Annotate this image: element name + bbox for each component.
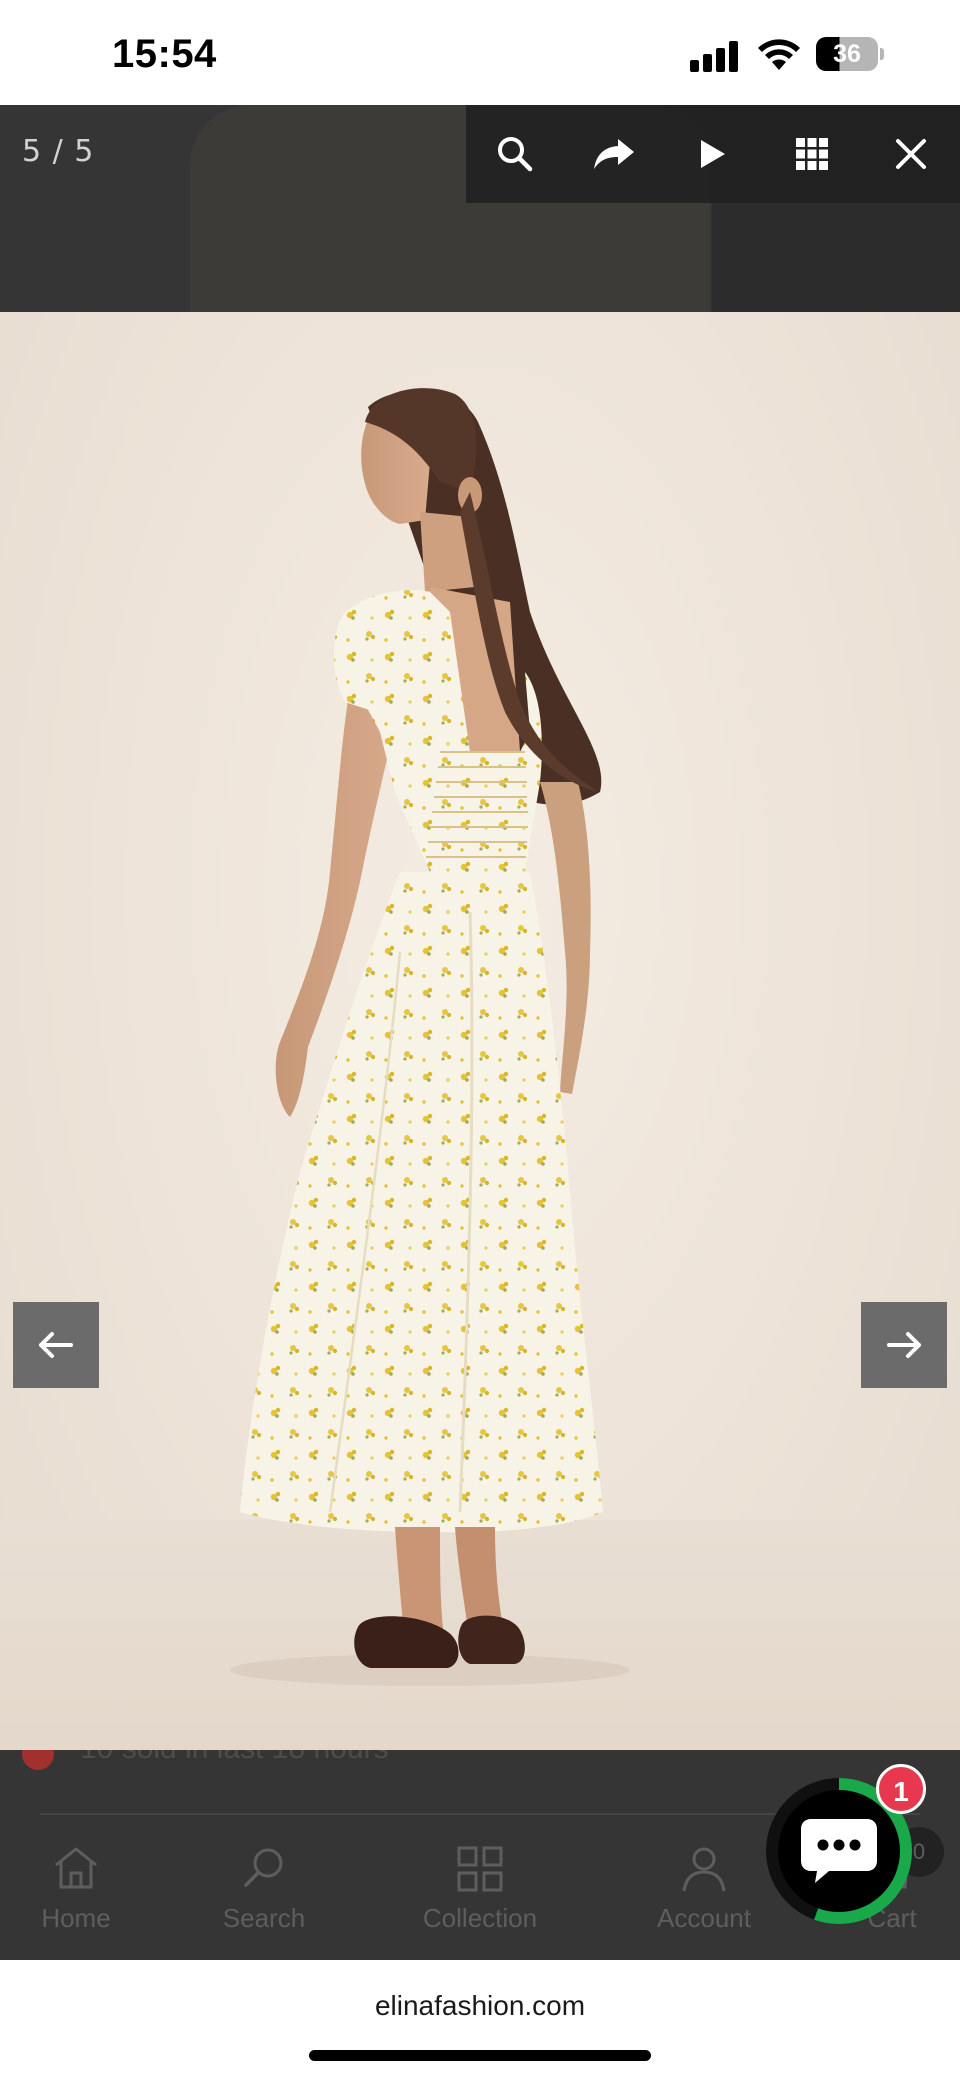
nav-home[interactable]: Home: [0, 1815, 156, 1960]
slideshow-button[interactable]: [664, 105, 762, 203]
grid-icon: [457, 1846, 503, 1892]
close-icon: [896, 139, 926, 169]
home-indicator[interactable]: [309, 2050, 651, 2061]
arrow-right-icon: [887, 1332, 921, 1358]
image-counter: 5 / 5: [22, 134, 95, 169]
lightbox-toolbar: [466, 105, 960, 203]
status-time: 15:54: [112, 32, 217, 76]
model-wearing-floral-dress: [230, 388, 630, 1686]
play-icon: [701, 140, 725, 168]
search-icon: [498, 137, 533, 172]
status-bar: 15:54 36: [0, 0, 960, 105]
thumbnails-button[interactable]: [763, 105, 861, 203]
previous-image-button[interactable]: [13, 1302, 99, 1388]
browser-url-bar[interactable]: elinafashion.com: [0, 1960, 960, 2077]
chat-bubble-icon: [801, 1819, 877, 1883]
user-icon: [682, 1847, 726, 1892]
chat-widget-button[interactable]: 1: [766, 1764, 926, 1924]
fire-icon: [22, 1750, 54, 1770]
nav-account-label: Account: [657, 1903, 751, 1933]
home-icon: [55, 1847, 97, 1889]
arrow-left-icon: [39, 1332, 73, 1358]
share-icon: [594, 139, 634, 169]
nav-search[interactable]: Search: [184, 1815, 344, 1960]
cellular-signal-icon: [690, 40, 742, 72]
close-button[interactable]: [862, 105, 960, 203]
share-button[interactable]: [565, 105, 663, 203]
product-image[interactable]: [0, 312, 960, 1750]
search-icon: [244, 1848, 283, 1887]
chat-unread-badge: 1: [876, 1764, 926, 1814]
grid-icon: [796, 138, 828, 170]
url-text[interactable]: elinafashion.com: [0, 1990, 960, 2022]
nav-home-label: Home: [41, 1903, 111, 1933]
nav-account[interactable]: Account: [624, 1815, 784, 1960]
battery-icon: 36: [816, 37, 884, 71]
battery-level: 36: [833, 40, 861, 68]
wifi-icon: [758, 39, 800, 70]
nav-collection-label: Collection: [422, 1903, 538, 1933]
nav-search-label: Search: [222, 1903, 306, 1933]
next-image-button[interactable]: [861, 1302, 947, 1388]
sold-notice: 10 sold in last 18 hours: [80, 1750, 389, 1766]
zoom-button[interactable]: [466, 105, 564, 203]
nav-collection[interactable]: Collection: [400, 1815, 560, 1960]
